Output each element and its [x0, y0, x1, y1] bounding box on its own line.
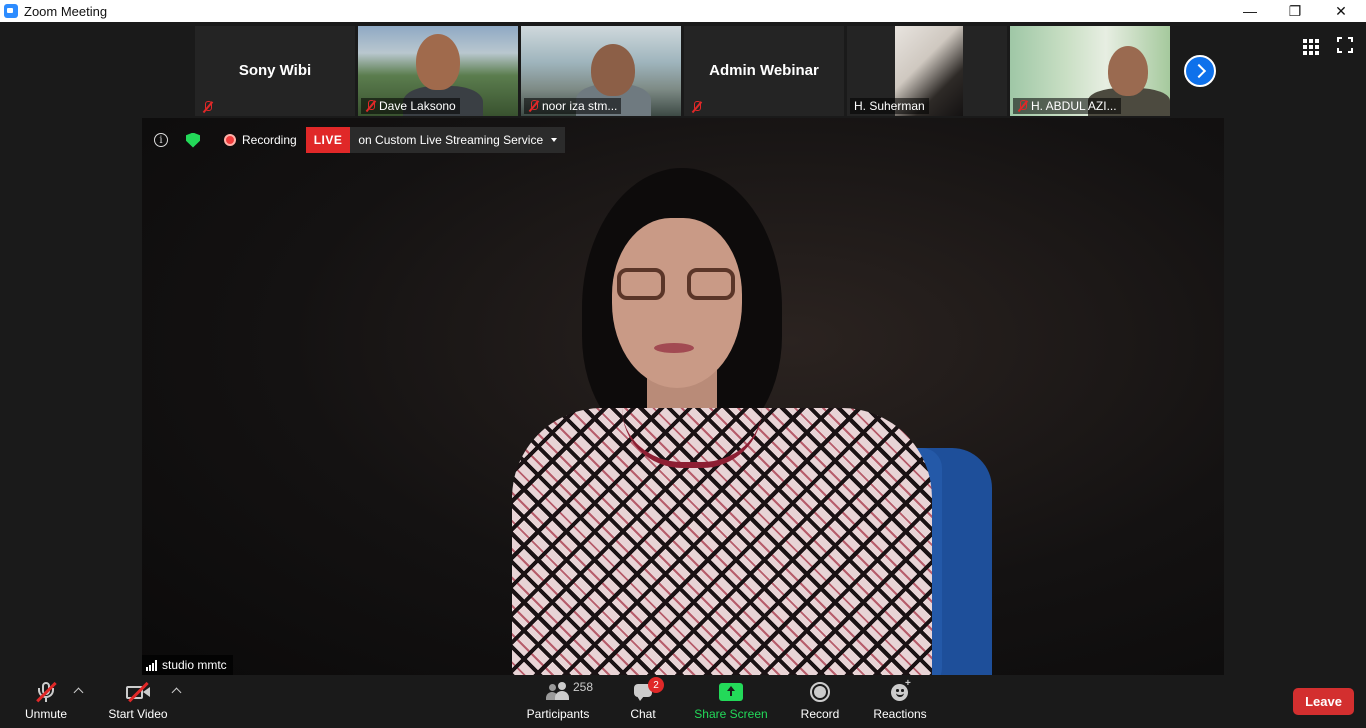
- record-button[interactable]: Record: [798, 675, 842, 728]
- participant-face: [416, 34, 460, 90]
- participant-tile[interactable]: Admin Webinar: [684, 26, 844, 116]
- live-service-label: on Custom Live Streaming Service: [358, 133, 544, 147]
- video-options-caret-icon[interactable]: [171, 687, 182, 698]
- security-shield-icon[interactable]: [186, 132, 200, 148]
- participant-tile[interactable]: H. Suherman: [847, 26, 1007, 116]
- muted-mic-icon: [202, 101, 213, 113]
- title-bar: Zoom Meeting — ❐ ✕: [0, 0, 1366, 22]
- unmute-label: Unmute: [24, 707, 68, 721]
- participant-name: Dave Laksono: [379, 99, 456, 113]
- close-window-button[interactable]: ✕: [1318, 0, 1364, 22]
- minimize-icon: —: [1243, 3, 1257, 19]
- active-speaker-tag: studio mmtc: [142, 655, 233, 675]
- start-video-button[interactable]: Start Video: [106, 675, 170, 728]
- video-off-icon: [125, 681, 151, 703]
- next-page-button[interactable]: [1184, 55, 1216, 87]
- participant-tile[interactable]: Sony Wibi: [195, 26, 355, 116]
- participant-name: Sony Wibi: [238, 62, 312, 79]
- participant-face: [591, 44, 635, 96]
- participants-button[interactable]: 258 Participants: [525, 675, 593, 728]
- participant-label: H. Suherman: [850, 98, 929, 114]
- chat-button[interactable]: 2 Chat: [624, 675, 664, 728]
- recording-label: Recording: [242, 133, 297, 147]
- participants-count: 258: [573, 680, 594, 694]
- share-screen-label: Share Screen: [694, 707, 768, 721]
- live-badge: LIVE: [305, 127, 351, 153]
- live-stream-dropdown[interactable]: LIVE on Custom Live Streaming Service: [305, 127, 566, 153]
- participant-name: H. ABDUL AZI...: [1031, 99, 1117, 113]
- participant-label: noor iza stm...: [524, 98, 622, 114]
- leave-button[interactable]: Leave: [1293, 688, 1354, 715]
- gallery-view-icon[interactable]: [1303, 39, 1319, 55]
- muted-mic-icon: [1017, 100, 1028, 112]
- meeting-stage: Sony Wibi Dave Laksono noor iza stm... A…: [0, 22, 1366, 675]
- chevron-down-icon: [551, 138, 558, 142]
- meeting-toolbar: Unmute Start Video 258 Participants 2 Ch…: [0, 675, 1366, 728]
- active-speaker-video: [142, 118, 1224, 675]
- close-icon: ✕: [1335, 2, 1347, 19]
- signal-strength-icon: [146, 659, 157, 671]
- participant-label: H. ABDUL AZI...: [1013, 98, 1121, 114]
- participant-label: [687, 100, 706, 114]
- participant-label: Dave Laksono: [361, 98, 460, 114]
- participant-tile[interactable]: H. ABDUL AZI...: [1010, 26, 1170, 116]
- reactions-icon: +: [887, 678, 913, 703]
- chat-unread-badge: 2: [648, 677, 664, 693]
- info-icon[interactable]: i: [154, 133, 168, 147]
- restore-icon: ❐: [1288, 2, 1302, 19]
- window-title: Zoom Meeting: [24, 3, 108, 19]
- participants-icon: 258: [528, 680, 593, 703]
- recording-icon: [224, 134, 236, 146]
- reactions-button[interactable]: + Reactions: [872, 675, 928, 728]
- minimize-button[interactable]: —: [1227, 0, 1273, 22]
- participant-tile[interactable]: Dave Laksono: [358, 26, 518, 116]
- participant-name: H. Suherman: [854, 99, 925, 113]
- zoom-app-icon: [4, 4, 18, 18]
- glasses: [687, 268, 735, 300]
- speaker-lips: [654, 343, 694, 353]
- speaker-face: [612, 218, 742, 388]
- chat-label: Chat: [630, 707, 656, 721]
- reactions-label: Reactions: [873, 707, 927, 721]
- restore-button[interactable]: ❐: [1272, 0, 1318, 22]
- participant-name: noor iza stm...: [542, 99, 618, 113]
- reactions-plus: +: [905, 678, 911, 689]
- participant-tile[interactable]: noor iza stm...: [521, 26, 681, 116]
- glasses: [617, 268, 665, 300]
- muted-mic-icon: [528, 100, 539, 112]
- muted-mic-icon: [691, 101, 702, 113]
- muted-mic-icon: [365, 100, 376, 112]
- record-label: Record: [800, 707, 840, 721]
- participant-name: Admin Webinar: [709, 62, 819, 79]
- chat-icon: 2: [630, 677, 664, 703]
- record-icon: [807, 681, 833, 703]
- share-screen-icon: [718, 681, 744, 703]
- active-speaker-name: studio mmtc: [162, 658, 227, 672]
- audio-options-caret-icon[interactable]: [73, 687, 84, 698]
- muted-mic-icon: [33, 681, 59, 703]
- meeting-info-bar: i Recording LIVE on Custom Live Streamin…: [142, 126, 566, 154]
- participant-label: [198, 100, 217, 114]
- participant-strip: Sony Wibi Dave Laksono noor iza stm... A…: [195, 26, 1170, 116]
- participant-face: [1108, 46, 1148, 96]
- share-screen-button[interactable]: Share Screen: [694, 675, 768, 728]
- participants-label: Participants: [526, 707, 590, 721]
- unmute-button[interactable]: Unmute: [20, 675, 72, 728]
- start-video-label: Start Video: [108, 707, 168, 721]
- fullscreen-icon[interactable]: [1337, 37, 1353, 53]
